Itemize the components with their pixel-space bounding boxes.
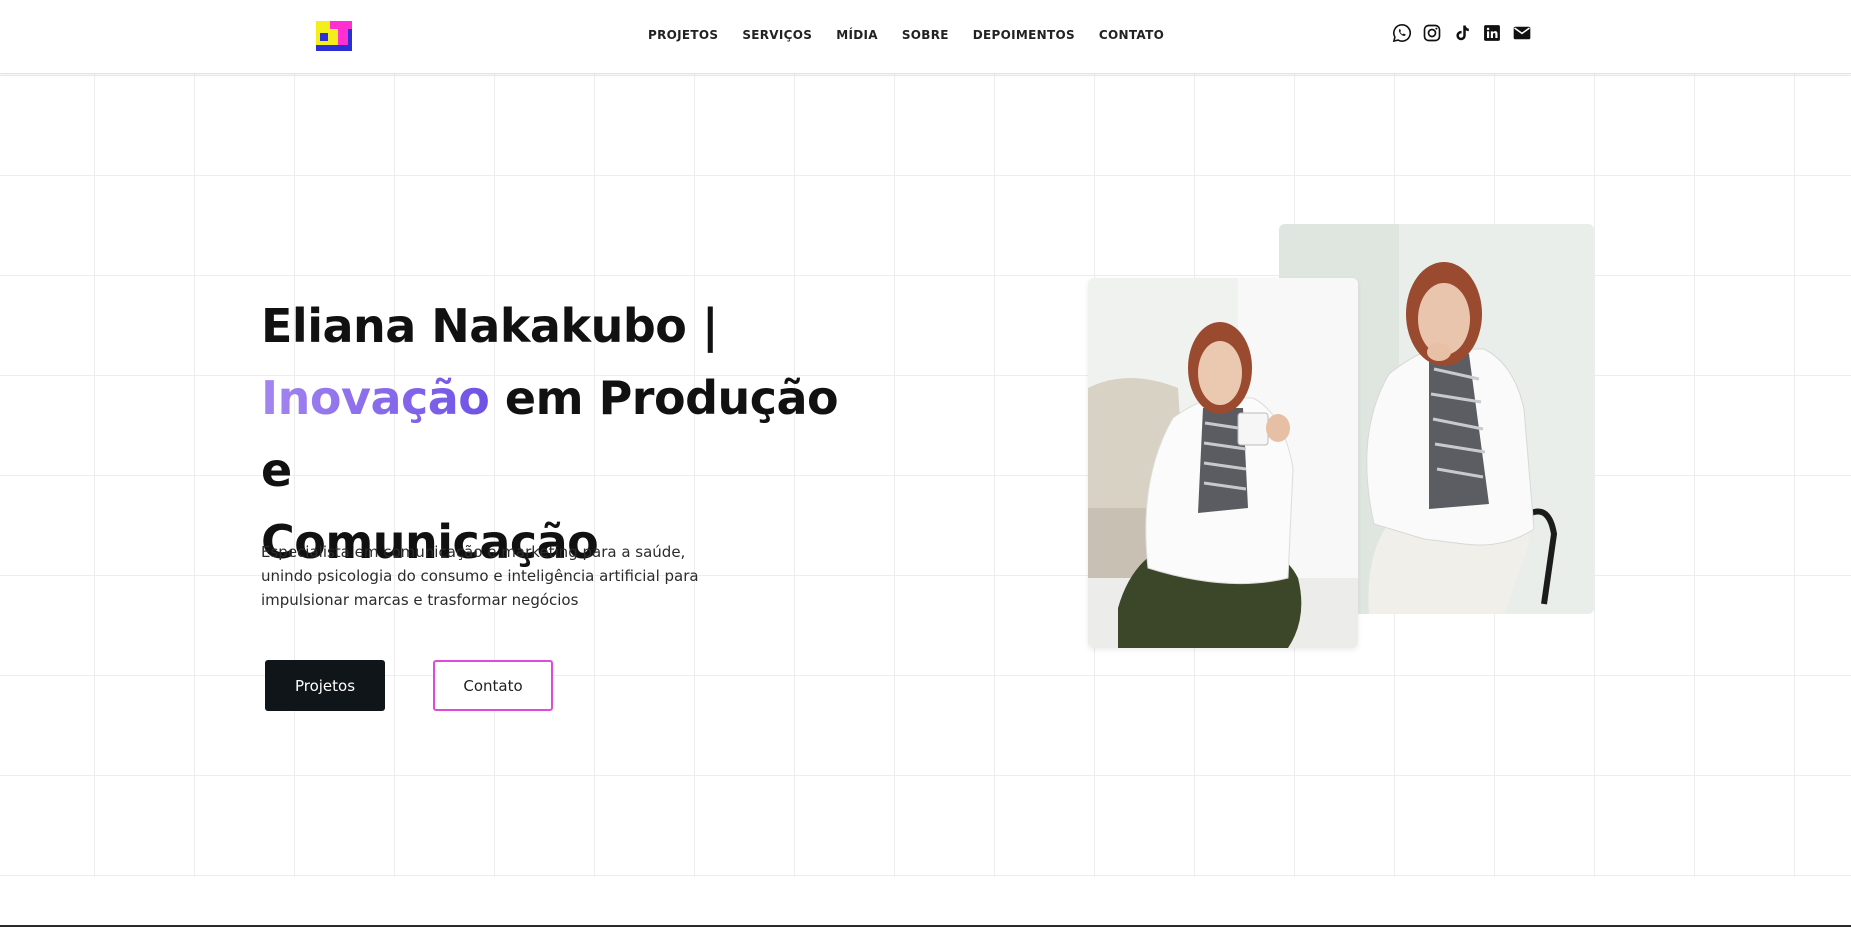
nav-servicos[interactable]: SERVIÇOS — [742, 28, 812, 42]
social-links — [1392, 23, 1532, 43]
hero-title-name: Eliana Nakakubo | — [261, 299, 719, 353]
nav-projetos[interactable]: PROJETOS — [648, 28, 718, 42]
nav-depoimentos[interactable]: DEPOIMENTOS — [973, 28, 1075, 42]
site-header: PROJETOS SERVIÇOS MÍDIA SOBRE DEPOIMENTO… — [0, 0, 1851, 74]
nav-midia[interactable]: MÍDIA — [836, 28, 878, 42]
logo[interactable] — [316, 21, 352, 51]
projetos-button[interactable]: Projetos — [265, 660, 385, 711]
hero-subtitle: Especialista em comunicação e marketing … — [261, 543, 699, 609]
nav-sobre[interactable]: SOBRE — [902, 28, 949, 42]
main-nav: PROJETOS SERVIÇOS MÍDIA SOBRE DEPOIMENTO… — [648, 28, 1188, 42]
nav-contato[interactable]: CONTATO — [1099, 28, 1164, 42]
tiktok-icon[interactable] — [1452, 23, 1472, 43]
instagram-icon[interactable] — [1422, 23, 1442, 43]
linkedin-icon[interactable] — [1482, 23, 1502, 43]
portrait-photo-seated — [1088, 278, 1358, 648]
whatsapp-icon[interactable] — [1392, 23, 1412, 43]
hero-title-accent: Inovação — [261, 371, 490, 425]
contato-button[interactable]: Contato — [433, 660, 553, 711]
email-icon[interactable] — [1512, 23, 1532, 43]
hero-title: Eliana Nakakubo | Inovação em Produção e… — [261, 290, 881, 578]
